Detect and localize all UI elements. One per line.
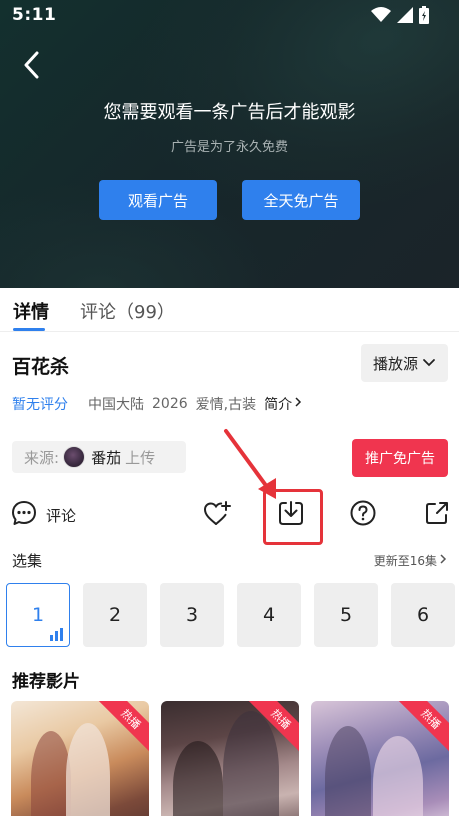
wifi-icon <box>371 7 391 27</box>
playing-bars-icon <box>50 628 63 641</box>
comment-label: 评论 <box>46 506 77 525</box>
uploader-suffix: 上传 <box>125 448 156 467</box>
status-time: 5:11 <box>12 5 57 25</box>
poster-figure <box>31 731 71 816</box>
ad-title: 您需要观看一条广告后才能观影 <box>103 102 356 123</box>
episode-number: 2 <box>108 604 122 626</box>
uploader-badge: 来源: 番茄 上传 <box>12 441 186 473</box>
share-button[interactable] <box>421 500 453 530</box>
help-button[interactable] <box>347 500 379 530</box>
episodes-label: 选集 <box>12 552 43 570</box>
episodes-update-text: 更新至16集 <box>373 554 437 568</box>
year: 2026 <box>152 396 188 412</box>
intro-link[interactable]: 简介 <box>264 394 302 414</box>
poster-figure <box>373 736 423 816</box>
episode-list: 1 2 3 4 5 6 <box>6 583 455 647</box>
episode-button[interactable]: 4 <box>237 583 301 647</box>
chevron-left-icon <box>22 51 40 83</box>
chevron-right-icon <box>439 553 447 568</box>
tab-details[interactable]: 详情 <box>13 298 49 324</box>
watch-ad-button[interactable]: 观看广告 <box>99 180 217 220</box>
rating: 暂无评分 <box>12 397 68 413</box>
chevron-right-icon <box>294 396 302 412</box>
avatar <box>63 446 86 468</box>
poster-figure <box>223 711 279 816</box>
question-icon <box>349 499 377 531</box>
detail-tabs: 详情 评论（99） <box>0 288 459 332</box>
comment-button[interactable]: 评论 <box>10 500 76 530</box>
intro-label: 简介 <box>264 397 293 413</box>
active-tab-indicator <box>13 328 45 331</box>
signal-icon <box>397 7 413 27</box>
video-player[interactable]: 5:11 您需要观看一条广告后才能观影 广告是为了永久免费 观看广告 全天免广告 <box>0 0 459 288</box>
recommend-title: 推荐影片 <box>12 672 80 692</box>
episode-button[interactable]: 1 <box>6 583 70 647</box>
episode-button[interactable]: 3 <box>160 583 224 647</box>
episode-number: 5 <box>339 604 353 626</box>
episode-button[interactable]: 2 <box>83 583 147 647</box>
share-icon <box>423 499 451 531</box>
promo-ad-free-button[interactable]: 推广免广告 <box>352 439 448 477</box>
show-meta: 暂无评分 中国大陆 2026 爱情,古装 简介 <box>12 394 302 414</box>
battery-icon <box>419 6 429 28</box>
episode-number: 3 <box>185 604 199 626</box>
show-title: 百花杀 <box>12 356 70 378</box>
episode-button[interactable]: 6 <box>391 583 455 647</box>
recommend-poster[interactable]: 热播 <box>11 701 149 816</box>
tab-comments[interactable]: 评论（99） <box>80 298 175 324</box>
recommend-poster[interactable]: 热播 <box>161 701 299 816</box>
source-select[interactable]: 播放源 <box>361 344 448 382</box>
recommend-list: 热播 热播 热播 <box>11 701 449 816</box>
genres: 爱情,古装 <box>195 397 257 413</box>
episode-number: 1 <box>31 604 45 626</box>
recommend-poster[interactable]: 热播 <box>311 701 449 816</box>
uploader-label: 来源: <box>24 448 60 467</box>
comment-icon <box>10 499 38 531</box>
poster-figure <box>66 723 110 816</box>
annotation-arrow-icon <box>224 429 276 499</box>
episode-button[interactable]: 5 <box>314 583 378 647</box>
ad-subtitle: 广告是为了永久免费 <box>170 140 288 155</box>
episodes-more-link[interactable]: 更新至16集 <box>374 552 447 569</box>
back-button[interactable] <box>16 51 46 83</box>
source-select-label: 播放源 <box>372 354 418 373</box>
poster-figure <box>173 741 223 816</box>
status-bar: 5:11 <box>0 0 459 30</box>
uploader-name: 番茄 <box>91 448 122 467</box>
chevron-down-icon <box>422 354 436 372</box>
ad-free-day-button[interactable]: 全天免广告 <box>242 180 360 220</box>
episode-number: 4 <box>262 604 276 626</box>
episode-number: 6 <box>416 604 430 626</box>
region: 中国大陆 <box>88 397 144 413</box>
poster-figure <box>325 726 371 816</box>
